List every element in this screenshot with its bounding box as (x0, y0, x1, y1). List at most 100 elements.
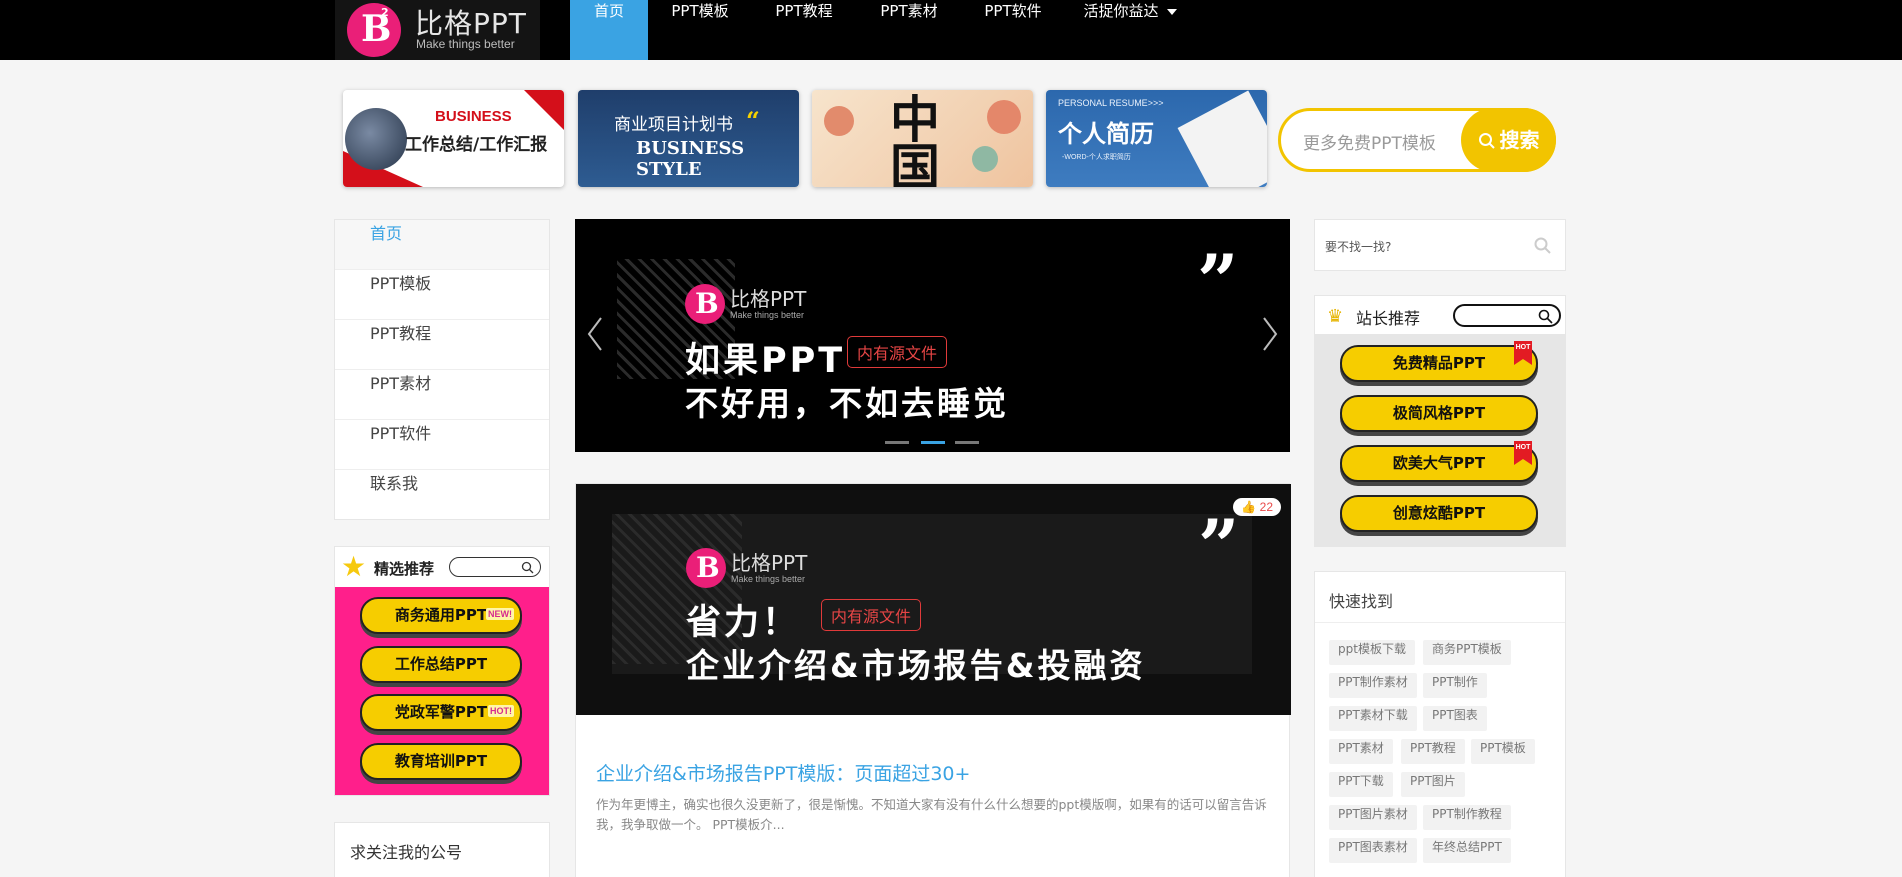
promo-work-summary[interactable]: BUSINESS 工作总结/工作汇报 (343, 90, 564, 187)
slide-brand: 比格PPT (730, 287, 807, 311)
slider-dot-3[interactable] (955, 441, 979, 444)
slide-source-badge: 内有源文件 (847, 336, 948, 368)
slide-subline: 不好用，不如去睡觉 (685, 384, 1009, 423)
featured-button-work-summary[interactable]: 工作总结PPT (360, 646, 522, 683)
slider-dot-1[interactable] (885, 441, 909, 444)
recommend-title: 站长推荐 (1356, 309, 1421, 328)
left-menu-item-software[interactable]: PPT软件 (335, 420, 549, 470)
nav-item-ppt-software[interactable]: PPT软件 (962, 0, 1064, 60)
post-title[interactable]: 企业介绍&市场报告PPT模版：页面超过30+ (596, 759, 970, 786)
tag-link[interactable]: 商务PPT模板 (1423, 640, 1511, 665)
logo-slogan: Make things better (416, 37, 515, 51)
crown-icon: ♛ (1327, 306, 1344, 327)
nav-item-dropdown[interactable]: 活捉你益达 (1070, 0, 1190, 60)
promo-chinese-style[interactable]: 中国风 (812, 90, 1033, 187)
featured-button-business[interactable]: 商务通用PPT NEW! (360, 597, 522, 634)
promo-title: 工作总结/工作汇报 (405, 135, 548, 155)
recommend-button-minimal[interactable]: 极简风格PPT (1340, 395, 1538, 432)
promo-note: -WORD-个人求职简历 (1062, 154, 1131, 161)
nav-item-ppt-templates[interactable]: PPT模板 (650, 0, 750, 60)
like-count[interactable]: 👍 22 (1233, 498, 1281, 516)
tag-link[interactable]: PPT图片素材 (1329, 805, 1417, 830)
resume-paper-image (1177, 90, 1267, 187)
left-menu-item-materials[interactable]: PPT素材 (335, 370, 549, 420)
quote-icon: “ (746, 106, 760, 135)
top-navbar: B2 比格PPT Make things better 首页 PPT模板 PPT… (0, 0, 1902, 60)
tag-link[interactable]: PPT素材 (1329, 739, 1393, 764)
search-icon[interactable] (1534, 237, 1551, 254)
mini-search-box[interactable] (1453, 304, 1561, 327)
tag-link[interactable]: PPT图表 (1423, 706, 1487, 731)
left-menu-item-home[interactable]: 首页 (335, 220, 549, 270)
hot-ribbon-icon: HOT (1514, 441, 1532, 465)
promo-subtitle: BUSINESS STYLE (636, 138, 745, 180)
search-icon (1478, 133, 1495, 149)
featured-button-party-gov[interactable]: 党政军警PPT HOT! (360, 694, 522, 731)
sidebar-search[interactable]: 要不找一找? (1314, 219, 1566, 271)
recommend-widget: ♛ 站长推荐 免费精品PPT HOT 极简风格PPT 欧美大气PPT HOT 创意炫… (1314, 295, 1566, 547)
search-icon (1538, 309, 1553, 324)
sidebar-search-input[interactable]: 要不找一找? (1325, 238, 1391, 255)
search-button-label: 搜索 (1499, 128, 1540, 152)
post-image-headline: 省力！ (686, 603, 801, 643)
template-search[interactable]: 更多免费PPT模板 搜索 (1278, 108, 1556, 172)
promo-resume[interactable]: PERSONAL RESUME>>> 个人简历 -WORD-个人求职简历 (1046, 90, 1267, 187)
promo-business-plan[interactable]: 商业项目计划书 “ BUSINESS STYLE (578, 90, 799, 187)
site-logo[interactable]: B2 比格PPT Make things better (335, 0, 540, 60)
logo-title: 比格PPT (415, 7, 527, 40)
nav-item-ppt-tutorials[interactable]: PPT教程 (753, 0, 855, 60)
promo-title: 中国风 (890, 90, 940, 188)
promo-kicker: BUSINESS (435, 108, 512, 125)
post-excerpt: 作为年更博主，确实也很久没更新了，很是惭愧。不知道大家有没有什么什么想要的ppt… (596, 797, 1267, 832)
tag-link[interactable]: PPT素材下载 (1329, 706, 1417, 731)
promo-title: 个人简历 (1058, 120, 1154, 148)
quote-icon: ” (1197, 238, 1239, 323)
flower-icon (987, 100, 1021, 134)
template-search-input[interactable]: 更多免费PPT模板 (1303, 129, 1436, 154)
hot-ribbon-icon: HOT (1514, 341, 1532, 365)
thumbs-up-icon: 👍 (1241, 500, 1257, 514)
tag-link[interactable]: PPT模板 (1471, 739, 1535, 764)
tag-link[interactable]: ppt模板下载 (1329, 640, 1415, 665)
nav-item-home[interactable]: 首页 (570, 0, 648, 60)
next-arrow-icon[interactable] (1261, 314, 1279, 354)
tag-link[interactable]: PPT教程 (1401, 739, 1465, 764)
search-button[interactable]: 搜索 (1461, 108, 1556, 172)
slide-slogan: Make things better (730, 310, 805, 320)
featured-button-education[interactable]: 教育培训PPT (360, 743, 522, 780)
caret-down-icon (1166, 8, 1177, 15)
tag-link[interactable]: PPT图表素材 (1329, 838, 1417, 863)
featured-header: ★ 精选推荐 (335, 547, 549, 587)
nav-item-ppt-materials[interactable]: PPT素材 (858, 0, 960, 60)
recommend-button-western[interactable]: 欧美大气PPT HOT (1340, 441, 1538, 482)
post-thumbnail[interactable]: B 比格PPT Make things better 省力！ 内有源文件 企业介… (576, 484, 1291, 715)
tag-link[interactable]: PPT制作素材 (1329, 673, 1417, 698)
nav-dropdown-label: 活捉你益达 (1083, 2, 1159, 20)
tag-link[interactable]: PPT制作教程 (1423, 805, 1511, 830)
recommend-button-creative[interactable]: 创意炫酷PPT (1340, 495, 1538, 532)
left-menu-item-templates[interactable]: PPT模板 (335, 270, 549, 320)
recommend-header: ♛ 站长推荐 (1315, 296, 1565, 334)
post-image-brand: 比格PPT (731, 551, 808, 575)
search-icon (521, 561, 534, 574)
tag-link[interactable]: PPT制作 (1423, 673, 1487, 698)
logo-mark: B2 (347, 3, 401, 57)
tag-link[interactable]: 年终总结PPT (1423, 838, 1511, 863)
follow-widget: 求关注我的公号 (334, 822, 550, 877)
post-image-subline: 企业介绍&市场报告&投融资 (686, 646, 1146, 685)
post-image-logo: B (686, 548, 726, 588)
mini-search-box[interactable] (449, 557, 541, 577)
left-menu-item-tutorials[interactable]: PPT教程 (335, 320, 549, 370)
hot-badge: HOT! (488, 705, 514, 717)
slider-dot-2[interactable] (921, 441, 945, 444)
hero-slider[interactable]: B 比格PPT Make things better 如果PPT 内有源文件 不… (575, 219, 1290, 452)
slide-logo: B (685, 284, 725, 324)
left-menu-item-contact[interactable]: 联系我 (335, 470, 549, 520)
quick-find-title: 快速找到 (1329, 592, 1394, 611)
tag-link[interactable]: PPT图片 (1401, 772, 1465, 797)
tag-link[interactable]: PPT下载 (1329, 772, 1393, 797)
recommend-button-free[interactable]: 免费精品PPT HOT (1340, 341, 1538, 382)
left-menu: 首页 PPT模板 PPT教程 PPT素材 PPT软件 联系我 (334, 219, 550, 520)
prev-arrow-icon[interactable] (586, 314, 604, 354)
promo-title: 商业项目计划书 (614, 115, 733, 135)
